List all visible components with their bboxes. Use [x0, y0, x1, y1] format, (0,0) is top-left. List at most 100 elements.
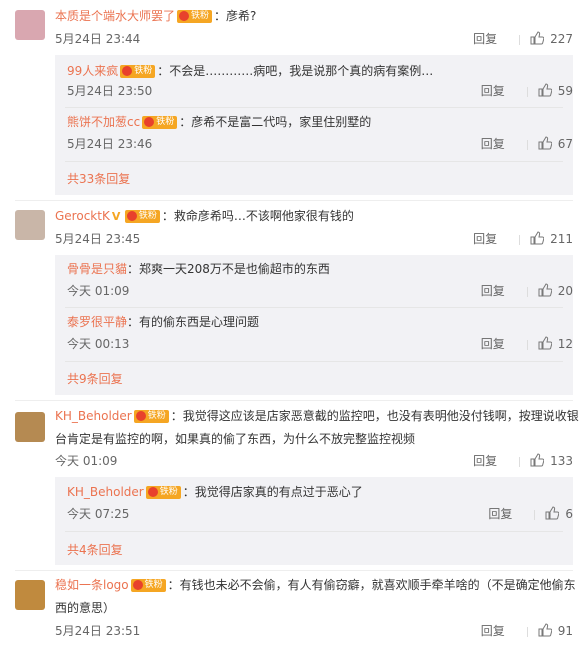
like-count: 67	[557, 137, 573, 151]
reply-text: ：不会是…………病吧，我是说那个真的病有案例…	[157, 64, 434, 78]
like-count: 20	[557, 284, 573, 298]
reply-actions: 回复 12	[481, 336, 573, 352]
comment-4: 稳如一条logo 铁粉 ：有钱也未必不会偷，有人有偷窃癖，就喜欢顺手牵羊啥的（不是确…	[0, 570, 588, 652]
divider	[526, 139, 528, 150]
timestamp: 今天 01:09	[55, 454, 118, 468]
reply-button[interactable]: 回复	[481, 624, 505, 638]
divider	[519, 456, 521, 467]
like-count: 59	[557, 84, 573, 98]
username[interactable]: 泰罗很平静	[67, 315, 127, 329]
username[interactable]: 本质是个端水大师罢了	[55, 9, 175, 23]
reply-button[interactable]: 回复	[481, 84, 505, 98]
comment-3: KH_Beholder 铁粉 ：我觉得这应该是店家恶意截的监控吧，也没有表明他没付钱…	[0, 400, 588, 570]
avatar[interactable]	[15, 412, 45, 442]
fan-badge: 铁粉	[130, 579, 166, 592]
reply-button[interactable]: 回复	[481, 284, 505, 298]
reply-button[interactable]: 回复	[473, 32, 497, 46]
reply-box: 99人来疯 铁粉 ：不会是…………病吧，我是说那个真的病有案例… 5月24日 23:…	[55, 55, 573, 195]
divider	[519, 234, 521, 245]
reply-box: KH_Beholder 铁粉 ：我觉得店家真的有点过于恶心了 今天 07:25 回复…	[55, 477, 573, 565]
reply-item: 泰罗很平静：有的偷东西是心理问题 今天 00:13 回复 12	[55, 308, 573, 360]
divider	[526, 286, 528, 297]
thumbs-up-icon[interactable]	[538, 136, 552, 150]
thumbs-up-icon[interactable]	[530, 231, 545, 245]
avatar[interactable]	[15, 210, 45, 240]
like-count: 133	[550, 454, 573, 468]
username[interactable]: KH_Beholder	[67, 485, 144, 499]
avatar[interactable]	[15, 580, 45, 610]
thumbs-up-icon[interactable]	[538, 623, 552, 637]
thumbs-up-icon[interactable]	[538, 336, 552, 350]
like-count: 211	[550, 232, 573, 246]
fan-badge: 铁粉	[145, 486, 181, 499]
comment-actions: 回复 227	[473, 31, 573, 47]
timestamp: 5月24日 23:44	[55, 32, 141, 46]
comment-2: GerocktK V 铁粉 ：救命彦希吗…不该啊他家很有钱的 5月24日 23:45 …	[0, 200, 588, 400]
reply-item: KH_Beholder 铁粉 ：我觉得店家真的有点过于恶心了 今天 07:25 回复…	[55, 477, 573, 529]
reply-text: ：郑爽一天208万不是也偷超市的东西	[127, 262, 330, 276]
divider	[65, 531, 563, 532]
reply-button[interactable]: 回复	[473, 454, 497, 468]
reply-text: ：彦希不是富二代吗，家里住别墅的	[179, 115, 372, 129]
divider	[65, 361, 563, 362]
reply-button[interactable]: 回复	[473, 232, 497, 246]
reply-actions: 回复 59	[481, 83, 573, 99]
reply-button[interactable]: 回复	[488, 507, 512, 521]
comment-text-continued: 西的意思）	[55, 601, 116, 615]
username[interactable]: 稳如一条logo	[55, 578, 129, 592]
more-replies-link[interactable]: 共33条回复	[67, 170, 130, 187]
comment-1: 本质是个端水大师罢了 铁粉 ：彦希? 5月24日 23:44 回复 227 99人来疯…	[0, 0, 588, 200]
fan-badge: 铁粉	[133, 410, 169, 423]
like-count: 6	[565, 507, 573, 521]
reply-actions: 回复 6	[488, 506, 573, 522]
like-count: 227	[550, 32, 573, 46]
username[interactable]: 骨骨是只貓	[67, 262, 127, 276]
comment-actions: 回复 91	[481, 623, 573, 639]
divider	[526, 339, 528, 350]
reply-item: 骨骨是只貓：郑爽一天208万不是也偷超市的东西 今天 01:09 回复 20	[55, 255, 573, 307]
fan-badge: 铁粉	[124, 210, 160, 223]
reply-text: ：有的偷东西是心理问题	[127, 315, 260, 329]
username[interactable]: 熊饼不加葱cc	[67, 115, 140, 129]
reply-text: ：我觉得店家真的有点过于恶心了	[182, 485, 363, 499]
timestamp: 5月24日 23:51	[55, 624, 141, 638]
thumbs-up-icon[interactable]	[545, 506, 560, 520]
reply-button[interactable]: 回复	[481, 337, 505, 351]
timestamp: 今天 01:09	[67, 284, 130, 298]
thumbs-up-icon[interactable]	[530, 453, 545, 467]
divider	[526, 86, 528, 97]
reply-item: 99人来疯 铁粉 ：不会是…………病吧，我是说那个真的病有案例… 5月24日 23:…	[55, 55, 573, 107]
reply-actions: 回复 20	[481, 283, 573, 299]
comment-text: ：有钱也未必不会偷，有人有偷窃癖，就喜欢顺手牵羊啥的（不是确定他偷东	[167, 578, 576, 592]
reply-actions: 回复 67	[481, 136, 573, 152]
like-count: 12	[557, 337, 573, 351]
username[interactable]: 99人来疯	[67, 64, 118, 78]
timestamp: 5月24日 23:46	[67, 137, 153, 151]
comment-text: ：彦希?	[214, 9, 257, 23]
fan-badge: 铁粉	[120, 65, 156, 78]
thumbs-up-icon[interactable]	[530, 31, 545, 45]
divider	[519, 34, 521, 45]
comment-text-continued: 台肯定是有监控的啊，如果真的偷了东西，为什么不放完整监控视频	[55, 432, 416, 446]
like-count: 91	[557, 624, 573, 638]
divider	[65, 161, 563, 162]
comment-text: ：我觉得这应该是店家恶意截的监控吧，也没有表明他没付钱啊，按理说收银	[170, 409, 579, 423]
more-replies-link[interactable]: 共4条回复	[67, 541, 123, 558]
avatar[interactable]	[15, 10, 45, 40]
reply-box: 骨骨是只貓：郑爽一天208万不是也偷超市的东西 今天 01:09 回复 20 泰罗…	[55, 255, 573, 395]
username[interactable]: KH_Beholder	[55, 409, 132, 423]
fan-badge: 铁粉	[177, 10, 213, 23]
timestamp: 今天 00:13	[67, 337, 130, 351]
divider	[526, 626, 528, 637]
reply-item: 熊饼不加葱cc 铁粉 ：彦希不是富二代吗，家里住别墅的 5月24日 23:46 回复…	[55, 108, 573, 160]
timestamp: 今天 07:25	[67, 507, 130, 521]
reply-button[interactable]: 回复	[481, 137, 505, 151]
thumbs-up-icon[interactable]	[538, 83, 552, 97]
verified-v-icon: V	[111, 210, 121, 223]
comment-text: ：救命彦希吗…不该啊他家很有钱的	[161, 209, 354, 223]
thumbs-up-icon[interactable]	[538, 283, 552, 297]
fan-badge: 铁粉	[142, 116, 178, 129]
comment-actions: 回复 133	[473, 453, 573, 469]
username[interactable]: GerocktK	[55, 209, 110, 223]
more-replies-link[interactable]: 共9条回复	[67, 370, 123, 387]
